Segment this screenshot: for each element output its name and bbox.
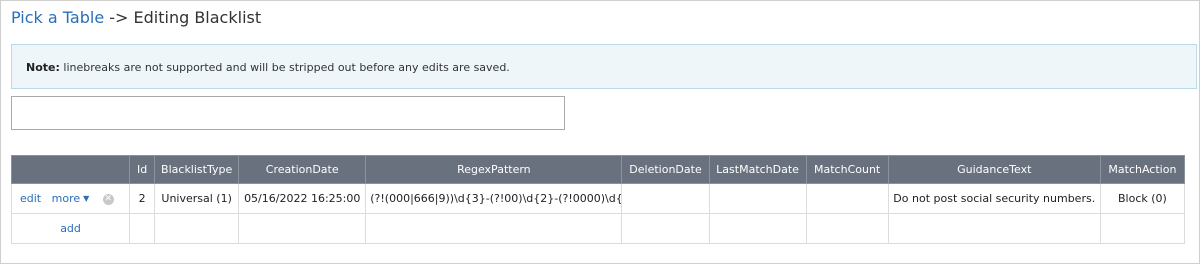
empty-cell <box>621 213 710 244</box>
note-label: Note: <box>26 61 60 74</box>
more-dropdown[interactable]: more ▼ <box>52 192 90 205</box>
cell-creationdate: 05/16/2022 16:25:00 <box>238 183 367 214</box>
more-label: more <box>51 192 81 205</box>
empty-cell <box>708 213 807 244</box>
close-circle-icon[interactable]: ✕ <box>102 193 114 205</box>
col-guidancetext[interactable]: GuidanceText <box>887 155 1101 184</box>
col-lastmatchdate[interactable]: LastMatchDate <box>708 155 807 184</box>
col-id[interactable]: Id <box>129 155 156 184</box>
col-matchcount[interactable]: MatchCount <box>805 155 889 184</box>
header-row: Id BlacklistType CreationDate RegexPatte… <box>10 155 1186 184</box>
cell-guidancetext: Do not post social security numbers. <box>887 183 1101 214</box>
edit-textbox[interactable] <box>11 96 565 130</box>
pick-a-table-link[interactable]: Pick a Table <box>11 8 104 27</box>
cell-lastmatchdate <box>708 183 807 214</box>
col-creationdate[interactable]: CreationDate <box>238 155 367 184</box>
table-row: edit more ▼ ✕ 2 Universal (1) 05/16/2022 … <box>10 183 1186 214</box>
cell-blacklisttype: Universal (1) <box>154 183 240 214</box>
cell-id: 2 <box>129 183 156 214</box>
empty-cell <box>805 213 889 244</box>
page-title: Editing Blacklist <box>133 8 262 27</box>
add-row: add <box>10 213 1186 244</box>
empty-cell <box>365 213 623 244</box>
cell-matchcount <box>805 183 889 214</box>
empty-cell <box>1099 213 1186 244</box>
col-regexpattern[interactable]: RegexPattern <box>365 155 623 184</box>
empty-cell <box>887 213 1101 244</box>
note-banner: Note: linebreaks are not supported and w… <box>11 44 1197 89</box>
empty-cell <box>154 213 240 244</box>
add-cell: add <box>10 213 131 244</box>
page-frame: Pick a Table -> Editing Blacklist Note: … <box>0 0 1200 264</box>
breadcrumb: Pick a Table -> Editing Blacklist <box>11 7 261 29</box>
cell-deletiondate <box>621 183 710 214</box>
col-matchaction[interactable]: MatchAction <box>1099 155 1186 184</box>
note-text: linebreaks are not supported and will be… <box>59 61 510 74</box>
caret-down-icon: ▼ <box>83 194 90 203</box>
empty-cell <box>129 213 156 244</box>
col-deletiondate[interactable]: DeletionDate <box>621 155 710 184</box>
col-blacklisttype[interactable]: BlacklistType <box>154 155 240 184</box>
blacklist-table: Id BlacklistType CreationDate RegexPatte… <box>10 155 1186 244</box>
edit-link[interactable]: edit <box>20 192 41 205</box>
add-link[interactable]: add <box>60 222 81 235</box>
row-actions: edit more ▼ ✕ <box>10 183 131 214</box>
cell-regexpattern: (?!(000|666|9))\d{3}-(?!00)\d{2}-(?!0000… <box>365 183 623 214</box>
cell-matchaction: Block (0) <box>1099 183 1186 214</box>
empty-cell <box>238 213 367 244</box>
breadcrumb-separator: -> <box>104 8 134 27</box>
col-actions <box>10 155 131 184</box>
